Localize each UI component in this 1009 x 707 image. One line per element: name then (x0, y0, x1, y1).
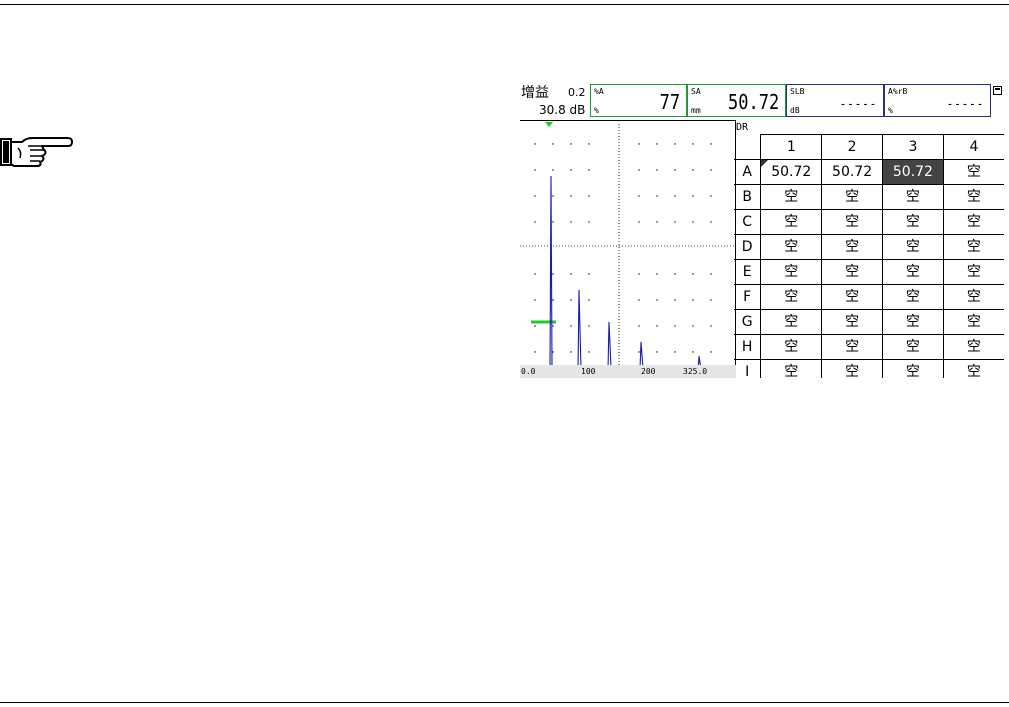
measure-field-slb[interactable]: SLB dB ----- (786, 84, 884, 117)
dr-cell[interactable]: 空 (882, 359, 944, 378)
dr-cell[interactable]: 空 (942, 209, 1004, 235)
dr-cell[interactable]: 空 (760, 184, 822, 210)
x-tick-label: 200 (641, 367, 656, 376)
dr-row-header: I (734, 359, 761, 378)
dr-cell[interactable]: 空 (942, 259, 1004, 285)
dr-column-header: 2 (821, 134, 883, 160)
measure-unit: dB (790, 106, 800, 115)
save-icon[interactable] (993, 86, 1002, 95)
dr-column-header: 3 (882, 134, 944, 160)
dr-cell[interactable]: 空 (882, 259, 944, 285)
dr-cell[interactable]: 空 (942, 359, 1004, 378)
gain-value: 30.8 dB (539, 103, 586, 117)
dr-cell[interactable]: 空 (942, 234, 1004, 260)
dr-cell[interactable]: 空 (821, 209, 883, 235)
table-row: D 空 空 空 空 (734, 234, 1004, 260)
gain-field[interactable]: 增益 0.2 30.8 dB (520, 84, 590, 118)
measure-value: 77 (659, 90, 680, 114)
measure-field-amplitude[interactable]: %A % 77 (590, 84, 687, 117)
measure-value: ----- (839, 97, 877, 112)
dr-cell[interactable]: 空 (760, 284, 822, 310)
dr-cell[interactable]: 空 (882, 284, 944, 310)
measure-unit: mm (691, 106, 701, 115)
bottom-rule (0, 702, 1009, 703)
table-row: B 空 空 空 空 (734, 184, 1004, 210)
dr-table: 1 2 3 4 A 50.72 50.72 50.72 空 B 空 空 空 空 … (734, 134, 1004, 378)
table-row: H 空 空 空 空 (734, 334, 1004, 360)
dr-row-header: C (734, 209, 761, 235)
pointing-hand-icon (0, 137, 73, 167)
ascan-display: 0.0 100 200 325.0 (520, 120, 736, 378)
gain-label: 增益 (521, 85, 549, 101)
dr-cell[interactable]: 空 (760, 359, 822, 378)
dr-cell[interactable]: 空 (942, 159, 1004, 185)
table-row: G 空 空 空 空 (734, 309, 1004, 335)
instrument-screen: 增益 0.2 30.8 dB %A % 77 SA mm 50.72 SLB d… (520, 84, 1004, 378)
measure-value: 50.72 (727, 90, 779, 114)
table-row: C 空 空 空 空 (734, 209, 1004, 235)
dr-row-header: A (734, 159, 761, 185)
dr-cell[interactable]: 空 (821, 359, 883, 378)
dr-cell[interactable]: 空 (821, 334, 883, 360)
x-tick-label: 100 (581, 367, 596, 376)
measure-label: SA (691, 87, 701, 96)
gain-step: 0.2 (568, 86, 586, 99)
dr-row-header: E (734, 259, 761, 285)
dr-cell[interactable]: 空 (942, 284, 1004, 310)
dr-column-header: 4 (942, 134, 1004, 160)
dr-row-header: F (734, 284, 761, 310)
dr-cell[interactable]: 空 (882, 234, 944, 260)
dr-row-header: H (734, 334, 761, 360)
dr-cell[interactable]: 空 (942, 334, 1004, 360)
dr-cell[interactable]: 空 (882, 334, 944, 360)
dr-cell[interactable]: 空 (942, 309, 1004, 335)
dr-cell[interactable]: 空 (821, 259, 883, 285)
dr-table-label: DR (736, 122, 749, 133)
measure-label: %A (594, 87, 604, 96)
measure-field-sound-path[interactable]: SA mm 50.72 (687, 84, 786, 117)
dr-cell[interactable]: 空 (882, 184, 944, 210)
dr-cell[interactable]: 空 (760, 234, 822, 260)
x-tick-label: 0.0 (521, 367, 536, 376)
measure-field-arb[interactable]: A%rB % ----- (884, 84, 991, 117)
x-tick-label: 325.0 (683, 367, 707, 376)
dr-cell[interactable]: 50.72 (821, 159, 883, 185)
measure-value: ----- (946, 97, 984, 112)
table-row: E 空 空 空 空 (734, 259, 1004, 285)
dr-cell[interactable]: 空 (882, 309, 944, 335)
dr-cell[interactable]: 50.72 (760, 159, 822, 185)
dr-header-row: 1 2 3 4 (734, 134, 1004, 160)
measure-unit: % (594, 106, 599, 115)
dr-cell[interactable]: 空 (760, 309, 822, 335)
dr-cell[interactable]: 空 (821, 234, 883, 260)
measure-label: A%rB (888, 87, 908, 96)
dr-cell[interactable]: 空 (821, 309, 883, 335)
dr-row-header: D (734, 234, 761, 260)
measure-label: SLB (790, 87, 805, 96)
table-row: I 空 空 空 空 (734, 359, 1004, 378)
dr-column-header: 1 (760, 134, 822, 160)
dr-row-header: G (734, 309, 761, 335)
dr-cell[interactable]: 空 (942, 184, 1004, 210)
dr-row-header: B (734, 184, 761, 210)
dr-cell[interactable]: 空 (760, 209, 822, 235)
dr-cell[interactable]: 空 (821, 184, 883, 210)
measure-unit: % (888, 106, 893, 115)
dr-cell-selected[interactable]: 50.72 (882, 159, 944, 185)
dr-cell[interactable]: 空 (882, 209, 944, 235)
dr-cell[interactable]: 空 (760, 259, 822, 285)
table-row: A 50.72 50.72 50.72 空 (734, 159, 1004, 185)
table-row: F 空 空 空 空 (734, 284, 1004, 310)
top-rule (0, 4, 1009, 5)
dr-cell[interactable]: 空 (821, 284, 883, 310)
dr-corner (734, 135, 761, 160)
dr-cell[interactable]: 空 (760, 334, 822, 360)
